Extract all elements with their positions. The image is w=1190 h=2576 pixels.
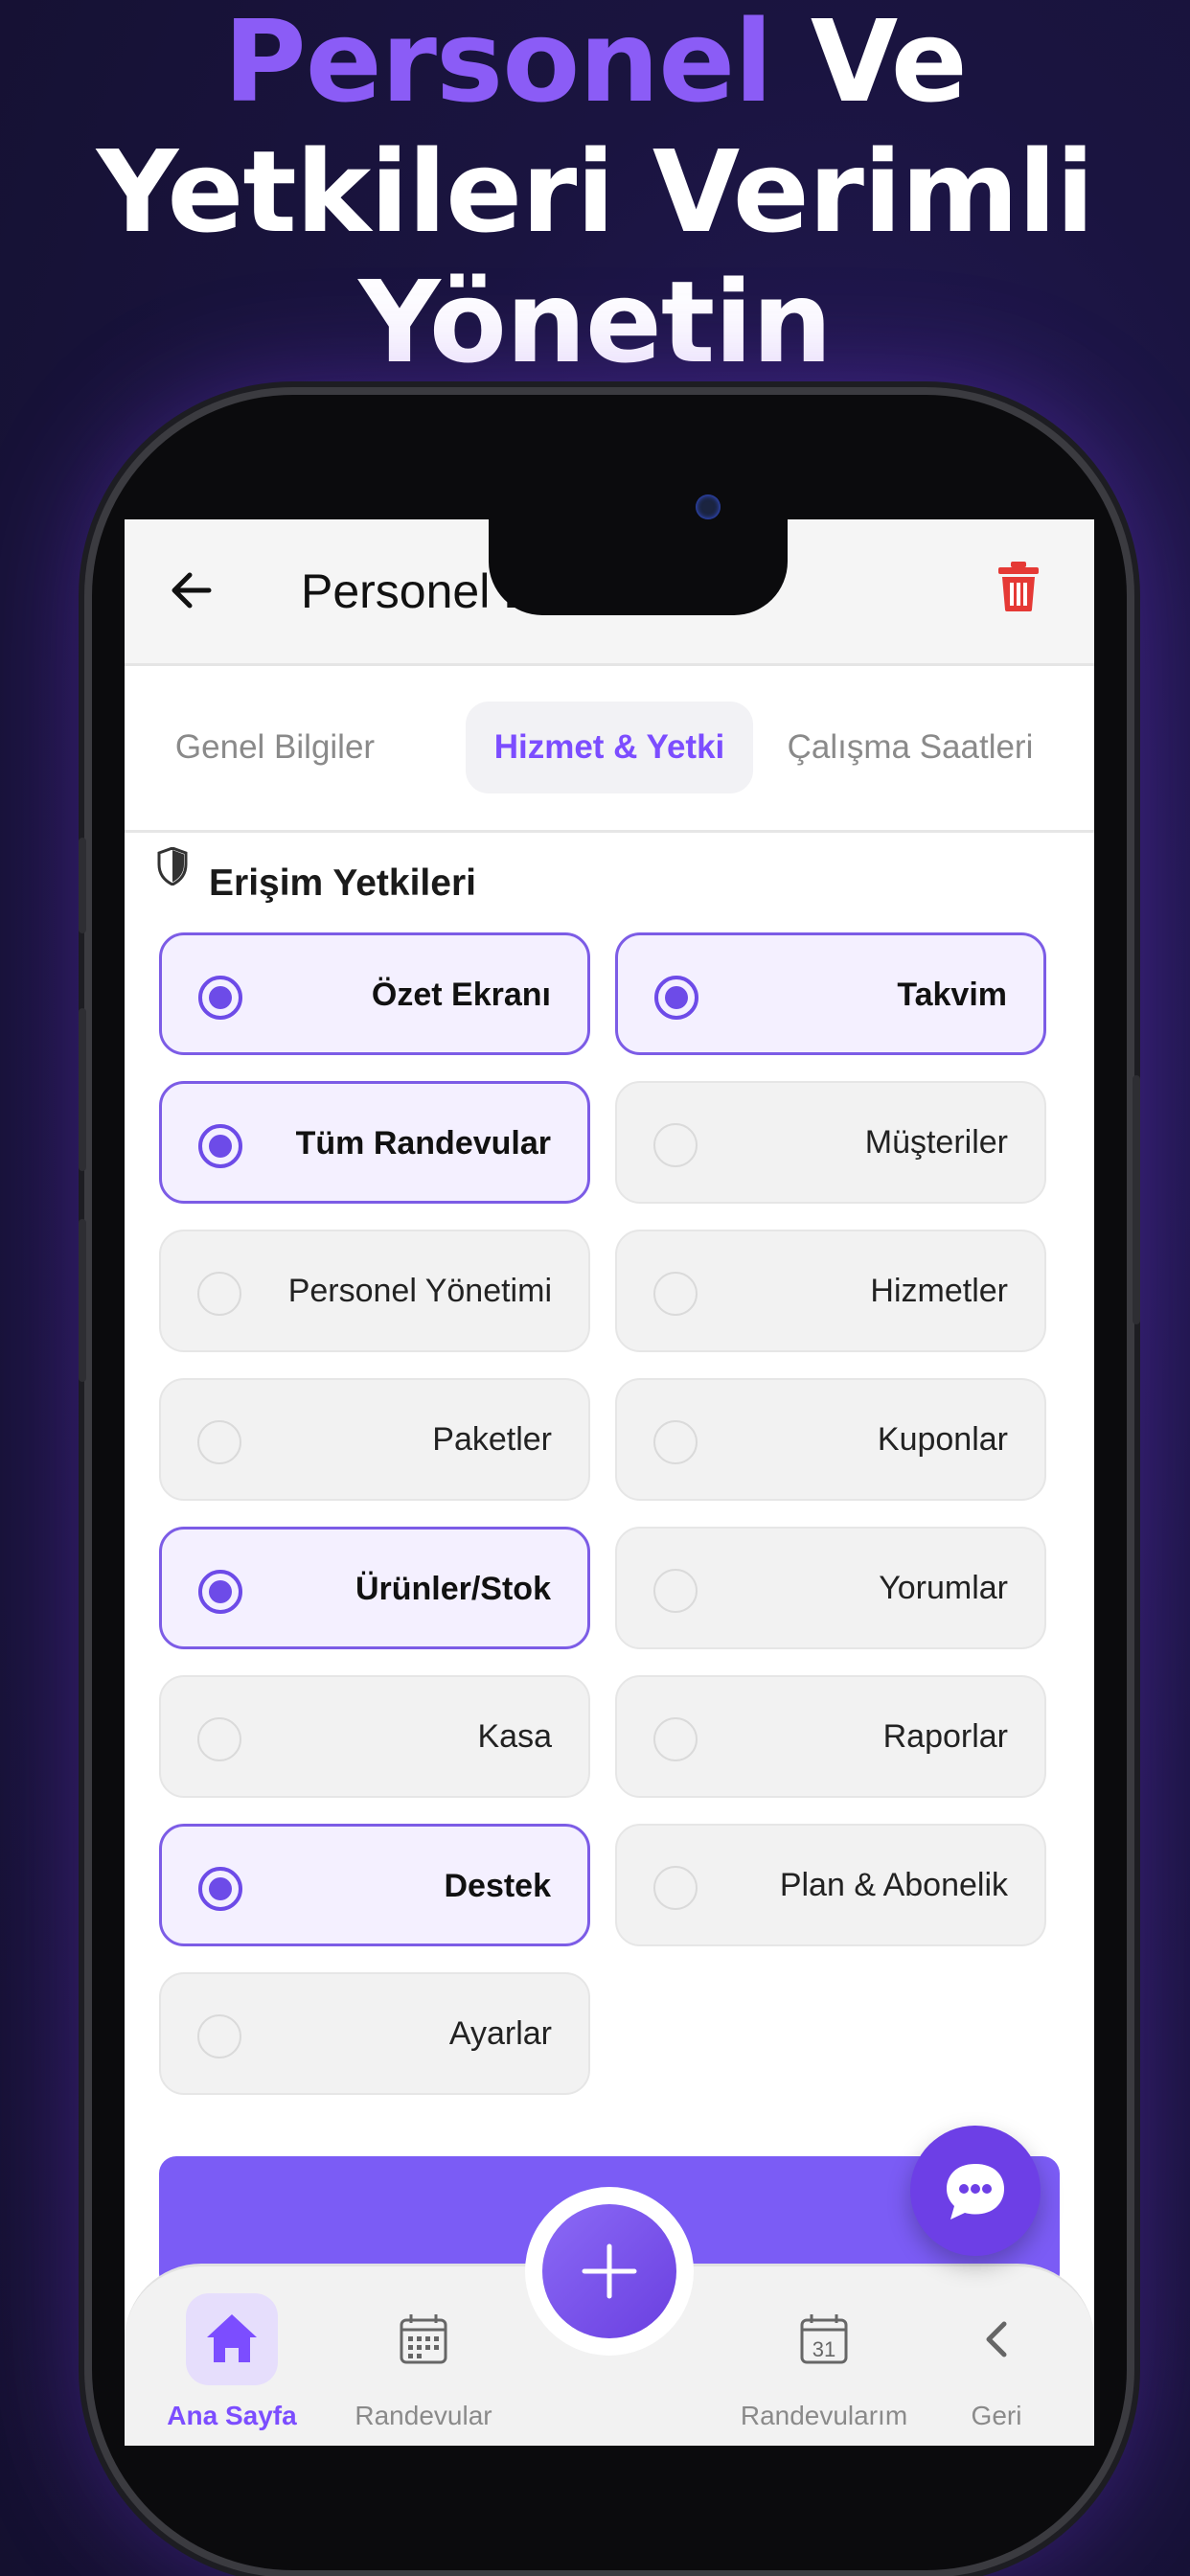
perm-takvim[interactable]: Takvim (615, 932, 1046, 1055)
calendar-grid-icon (400, 2314, 447, 2364)
tab-calisma-saatleri[interactable]: Çalışma Saatleri (770, 702, 1050, 794)
power-button (1133, 1075, 1140, 1324)
headline-line3: Yönetin (358, 256, 833, 388)
radio-button[interactable] (653, 1569, 698, 1613)
volume-up-button (79, 1008, 86, 1171)
perm-label: Yorumlar (879, 1570, 1008, 1606)
tab-hizmet-yetki[interactable]: Hizmet & Yetki (466, 702, 753, 794)
section-title: Erişim Yetkileri (209, 862, 476, 904)
radio-button[interactable] (653, 1123, 698, 1167)
nav-randevularim[interactable]: 31 Randevularım (738, 2286, 910, 2430)
perm-raporlar[interactable]: Raporlar (615, 1675, 1046, 1798)
volume-down-button (79, 1219, 86, 1382)
radio-button[interactable] (197, 2014, 241, 2058)
radio-button[interactable] (653, 1717, 698, 1761)
radio-button[interactable] (198, 1570, 242, 1614)
nav-randevular[interactable]: Randevular (337, 2286, 510, 2430)
notch (489, 519, 788, 615)
perm-label: Ayarlar (448, 2015, 552, 2052)
mute-switch (79, 838, 86, 933)
nav-label: Geri (971, 2401, 1022, 2430)
nav-icon-wrap (378, 2293, 469, 2385)
radio-button[interactable] (198, 1867, 242, 1911)
tab-genel-bilgiler[interactable]: Genel Bilgiler (161, 702, 389, 794)
radio-button[interactable] (653, 1272, 698, 1316)
perm-kuponlar[interactable]: Kuponlar (615, 1378, 1046, 1501)
perm-paketler[interactable]: Paketler (159, 1378, 590, 1501)
perm-musteriler[interactable]: Müşteriler (615, 1081, 1046, 1204)
perm-label: Raporlar (882, 1718, 1008, 1755)
arrow-left-icon[interactable] (165, 564, 218, 617)
add-button[interactable] (525, 2187, 694, 2356)
radio-button[interactable] (197, 1272, 241, 1316)
perm-destek[interactable]: Destek (159, 1824, 590, 1946)
perm-urunler-stok[interactable]: Ürünler/Stok (159, 1527, 590, 1649)
nav-label: Ana Sayfa (167, 2401, 297, 2430)
perm-label: Müşteriler (864, 1124, 1008, 1161)
perm-plan-abonelik[interactable]: Plan & Abonelik (615, 1824, 1046, 1946)
front-camera (696, 494, 721, 519)
perm-label: Tüm Randevular (295, 1125, 551, 1162)
perm-label: Personel Yönetimi (287, 1273, 552, 1309)
plus-icon (582, 2243, 637, 2299)
perm-yorumlar[interactable]: Yorumlar (615, 1527, 1046, 1649)
perm-label: Ürünler/Stok (355, 1571, 551, 1607)
chat-button[interactable] (910, 2126, 1041, 2256)
perm-label: Kasa (477, 1718, 553, 1755)
app-screen: Personel Düzenle Genel Bilgiler Hizmet &… (125, 519, 1094, 2446)
perm-label: Hizmetler (870, 1273, 1008, 1309)
nav-geri[interactable]: Geri (910, 2286, 1083, 2430)
radio-button[interactable] (197, 1717, 241, 1761)
perm-ayarlar[interactable]: Ayarlar (159, 1972, 590, 2095)
perm-label: Takvim (897, 977, 1007, 1013)
nav-icon-wrap (950, 2293, 1042, 2385)
radio-button[interactable] (197, 1420, 241, 1464)
chevron-left-icon (986, 2321, 1007, 2358)
perm-label: Plan & Abonelik (779, 1867, 1008, 1903)
home-icon (207, 2314, 257, 2362)
radio-button[interactable] (653, 1420, 698, 1464)
radio-button[interactable] (653, 1866, 698, 1910)
nav-label: Randevular (355, 2401, 492, 2430)
add-button-circle (542, 2204, 676, 2338)
phone-frame: Personel Düzenle Genel Bilgiler Hizmet &… (79, 395, 1140, 2570)
perm-hizmetler[interactable]: Hizmetler (615, 1230, 1046, 1352)
calendar-day: 31 (812, 2337, 835, 2361)
headline-rest: Ve (771, 0, 968, 127)
perm-personel-yonetimi[interactable]: Personel Yönetimi (159, 1230, 590, 1352)
nav-icon-highlight (186, 2293, 278, 2385)
chat-bubble-icon (947, 2164, 1004, 2220)
calendar-31-icon: 31 (800, 2314, 848, 2364)
perm-label: Destek (444, 1868, 551, 1904)
headline-line2: Yetkileri Verimli (96, 126, 1095, 258)
nav-label: Randevularım (740, 2401, 908, 2430)
perm-ozet-ekrani[interactable]: Özet Ekranı (159, 932, 590, 1055)
radio-button[interactable] (654, 976, 698, 1020)
perm-tum-randevular[interactable]: Tüm Randevular (159, 1081, 590, 1204)
divider (125, 830, 1094, 833)
tab-bar: Genel Bilgiler Hizmet & Yetki Çalışma Sa… (125, 702, 1094, 794)
trash-icon[interactable] (998, 562, 1039, 611)
shield-icon (157, 847, 188, 886)
perm-label: Özet Ekranı (371, 977, 551, 1013)
headline-accent: Personel (223, 0, 772, 127)
perm-label: Paketler (432, 1421, 552, 1458)
perm-kasa[interactable]: Kasa (159, 1675, 590, 1798)
nav-icon-wrap: 31 (778, 2293, 870, 2385)
perm-label: Kuponlar (877, 1421, 1008, 1458)
radio-button[interactable] (198, 976, 242, 1020)
radio-button[interactable] (198, 1124, 242, 1168)
nav-ana-sayfa[interactable]: Ana Sayfa (146, 2286, 318, 2430)
headline: Personel Ve Yetkileri Verimli Yönetin (0, 0, 1190, 387)
